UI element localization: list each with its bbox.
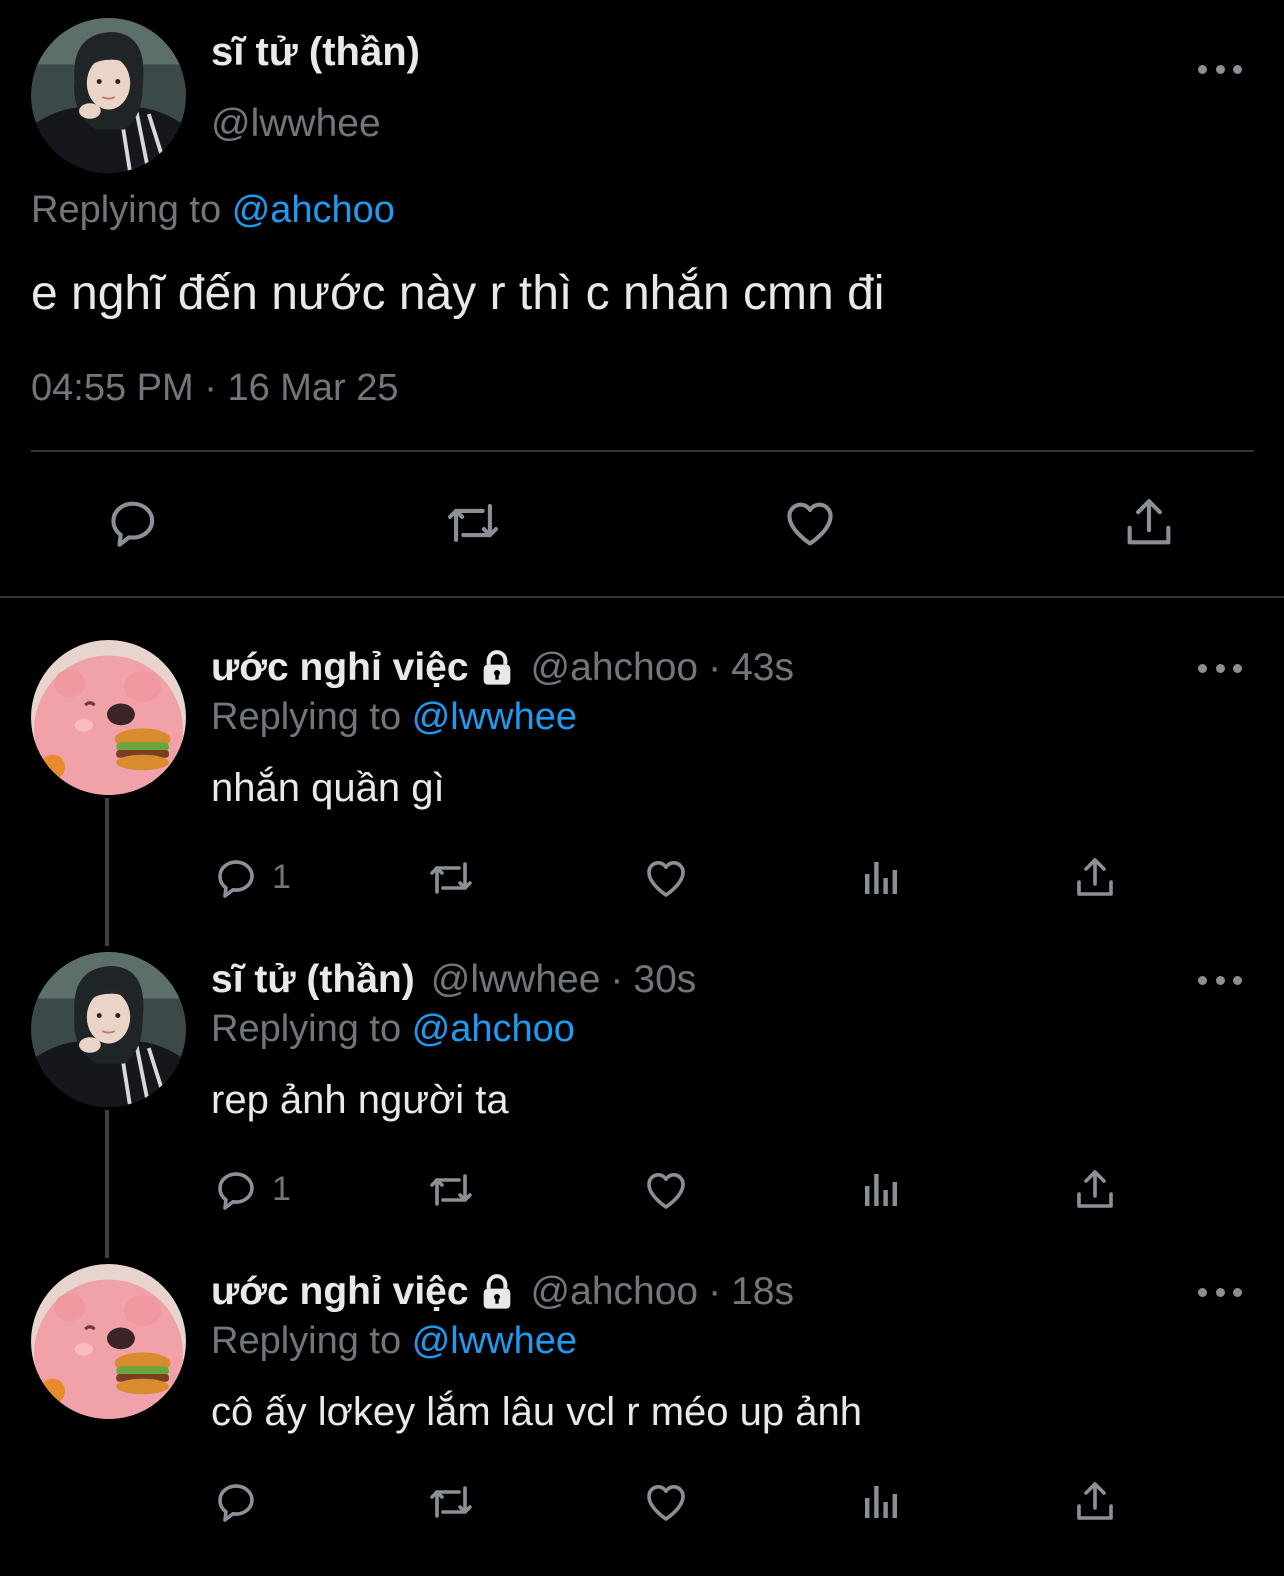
reply-tweet[interactable]: ước nghỉ việc @ahchoo · 43s Replying to … [0, 640, 1284, 952]
more-options-icon[interactable] [1198, 658, 1242, 678]
replying-prefix: Replying to [211, 1320, 402, 1362]
avatar[interactable] [31, 952, 186, 1107]
reply-time[interactable]: 43s [731, 646, 794, 690]
reply-tweet[interactable]: sĩ tử (thần) @lwwhee · 30s Replying to @… [0, 952, 1284, 1264]
pink-character-avatar-image [31, 640, 186, 795]
meta-separator: · [708, 646, 722, 689]
author-handle[interactable]: @lwwhee [211, 102, 381, 146]
tweet-date: 16 Mar 25 [227, 367, 399, 409]
reply-header: sĩ tử (thần) @lwwhee · 30s [211, 958, 696, 1002]
replying-prefix: Replying to [211, 1008, 402, 1050]
reply-header: ước nghỉ việc @ahchoo · 18s [211, 1270, 794, 1314]
section-divider [0, 596, 1284, 598]
reply-time[interactable]: 30s [633, 958, 696, 1002]
reply-count: 1 [272, 1170, 291, 1208]
author-handle[interactable]: @ahchoo [531, 646, 699, 690]
more-options-icon[interactable] [1198, 970, 1242, 990]
replying-to-link[interactable]: @lwwhee [412, 696, 577, 738]
replying-to: Replying to @lwwhee [211, 1320, 577, 1363]
reply-icon[interactable] [213, 1166, 261, 1214]
author-name[interactable]: ước nghỉ việc [211, 1270, 469, 1314]
avatar[interactable] [31, 18, 186, 173]
like-icon[interactable] [642, 1166, 690, 1214]
reply-text: cô ấy lơkey lắm lâu vcl r méo up ảnh [211, 1390, 862, 1434]
analytics-icon[interactable] [857, 1478, 905, 1526]
meta-separator: · [708, 1270, 722, 1313]
meta-separator: · [610, 958, 624, 1001]
author-handle[interactable]: @ahchoo [531, 1270, 699, 1314]
like-icon[interactable] [642, 1478, 690, 1526]
replying-to-link[interactable]: @ahchoo [232, 189, 395, 231]
share-icon[interactable] [1071, 1478, 1119, 1526]
girl-photo-avatar-image [31, 18, 186, 173]
replying-to-link[interactable]: @lwwhee [412, 1320, 577, 1362]
tweet-text: e nghĩ đến nước này r thì c nhắn cmn đi [31, 267, 885, 320]
retweet-icon[interactable] [427, 1166, 475, 1214]
replying-to: Replying to @ahchoo [211, 1008, 575, 1051]
tweet-timestamp[interactable]: 04:55 PM · 16 Mar 25 [31, 367, 399, 410]
lock-icon [483, 1274, 510, 1309]
reply-header: ước nghỉ việc @ahchoo · 43s [211, 646, 794, 690]
share-icon[interactable] [1071, 1166, 1119, 1214]
share-icon[interactable] [1071, 854, 1119, 902]
retweet-icon[interactable] [427, 1478, 475, 1526]
reply-icon[interactable] [213, 1478, 261, 1526]
replying-to: Replying to @ahchoo [31, 189, 395, 232]
reply-icon[interactable] [213, 854, 261, 902]
lock-icon [483, 650, 510, 685]
main-tweet: sĩ tử (thần) @lwwhee Replying to @ahchoo… [0, 0, 1284, 598]
divider [31, 450, 1254, 452]
replying-prefix: Replying to [31, 189, 222, 231]
like-icon[interactable] [781, 494, 839, 552]
reply-tweet[interactable]: ước nghỉ việc @ahchoo · 18s Replying to … [0, 1264, 1284, 1576]
like-icon[interactable] [642, 854, 690, 902]
reply-count: 1 [272, 858, 291, 896]
reply-icon[interactable] [105, 494, 163, 552]
share-icon[interactable] [1120, 494, 1178, 552]
avatar[interactable] [31, 640, 186, 795]
reply-time[interactable]: 18s [731, 1270, 794, 1314]
more-options-icon[interactable] [1198, 1282, 1242, 1302]
analytics-icon[interactable] [857, 854, 905, 902]
replying-prefix: Replying to [211, 696, 402, 738]
replying-to: Replying to @lwwhee [211, 696, 577, 739]
reply-text: rep ảnh người ta [211, 1078, 509, 1122]
avatar[interactable] [31, 1264, 186, 1419]
author-name[interactable]: sĩ tử (thần) [211, 958, 415, 1002]
reply-text: nhắn quần gì [211, 766, 445, 810]
retweet-icon[interactable] [427, 854, 475, 902]
girl-photo-avatar-image [31, 952, 186, 1107]
meta-separator: · [204, 367, 217, 409]
analytics-icon[interactable] [857, 1166, 905, 1214]
author-handle[interactable]: @lwwhee [431, 958, 601, 1002]
replying-to-link[interactable]: @ahchoo [412, 1008, 575, 1050]
tweet-time: 04:55 PM [31, 367, 194, 409]
author-name[interactable]: sĩ tử (thần) [211, 30, 420, 75]
author-name[interactable]: ước nghỉ việc [211, 646, 469, 690]
more-options-icon[interactable] [1198, 59, 1242, 79]
pink-character-avatar-image [31, 1264, 186, 1419]
retweet-icon[interactable] [444, 494, 502, 552]
